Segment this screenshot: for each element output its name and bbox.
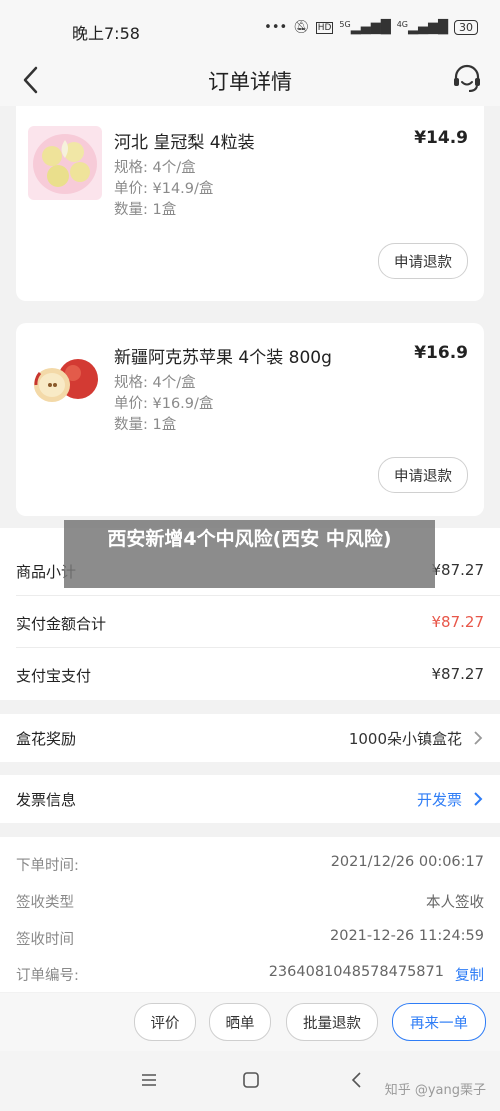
header: 订单详情	[0, 56, 500, 106]
invoice-label: 发票信息	[16, 791, 77, 809]
order-number-label: 订单编号:	[16, 968, 79, 984]
product-card[interactable]: 新疆阿克苏苹果 4个装 800g ¥16.9 规格: 4个/盒 单价: ¥16.…	[16, 323, 484, 516]
action-bar: 评价 晒单 批量退款 再来一单	[0, 993, 500, 1051]
home-icon[interactable]	[242, 1071, 260, 1089]
signal-5g-icon: 5G▂▄▆█	[339, 20, 391, 35]
refund-button[interactable]: 申请退款	[378, 457, 468, 493]
pear-product-image	[28, 126, 102, 200]
order-time-value: 2021/12/26 00:06:17	[330, 854, 484, 870]
page-title: 订单详情	[208, 70, 292, 94]
apple-product-image	[28, 341, 102, 415]
divider	[16, 647, 500, 648]
review-button[interactable]: 评价	[134, 1003, 196, 1041]
product-unit-price: 单价: ¥16.9/盒	[114, 396, 214, 412]
product-name[interactable]: 河北 皇冠梨 4粒装	[114, 128, 255, 153]
receipt-type-value: 本人签收	[426, 895, 484, 911]
product-card[interactable]: 河北 皇冠梨 4粒装 ¥14.9 规格: 4个/盒 单价: ¥14.9/盒 数量…	[16, 106, 484, 301]
reward-value: 1000朵小镇盒花	[348, 730, 462, 748]
product-unit-price: 单价: ¥14.9/盒	[114, 181, 214, 197]
product-quantity: 数量: 1盒	[114, 417, 177, 433]
alipay-value: ¥87.27	[431, 665, 485, 683]
reward-label: 盒花奖励	[16, 730, 77, 748]
receipt-type-label: 签收类型	[16, 895, 74, 911]
product-spec: 规格: 4个/盒	[114, 375, 196, 391]
product-name[interactable]: 新疆阿克苏苹果 4个装 800g	[114, 343, 332, 368]
order-number-value: 2364081048578475871	[268, 964, 444, 980]
more-dots-icon: •••	[264, 20, 288, 35]
product-price: ¥14.9	[414, 128, 468, 148]
chevron-right-icon	[474, 792, 483, 806]
paid-total-value: ¥87.27	[431, 613, 485, 631]
watermark: 知乎 @yang栗子	[384, 1083, 486, 1098]
invoice-row[interactable]: 发票信息 开发票	[0, 775, 500, 823]
battery-icon: 30	[454, 20, 478, 35]
status-icons: ••• 🔕︎ HD 5G▂▄▆█ 4G▂▄▆█ 30	[264, 20, 478, 35]
refund-button[interactable]: 申请退款	[378, 243, 468, 279]
reward-row[interactable]: 盒花奖励 1000朵小镇盒花	[0, 714, 500, 762]
alipay-label: 支付宝支付	[16, 667, 92, 685]
customer-service-icon[interactable]	[450, 62, 484, 96]
batch-refund-button[interactable]: 批量退款	[286, 1003, 378, 1041]
news-overlay-banner: 西安新增4个中风险(西安 中风险)	[64, 520, 435, 588]
product-price: ¥16.9	[414, 343, 468, 363]
reorder-button[interactable]: 再来一单	[392, 1003, 486, 1041]
menu-icon[interactable]	[140, 1071, 158, 1089]
divider	[16, 595, 500, 596]
receipt-time-value: 2021-12-26 11:24:59	[330, 928, 484, 944]
share-button[interactable]: 晒单	[209, 1003, 271, 1041]
subtotal-value: ¥87.27	[431, 561, 485, 579]
mute-icon: 🔕︎	[293, 20, 310, 35]
status-time: 晚上7:58	[72, 24, 140, 43]
paid-total-label: 实付金额合计	[16, 615, 107, 633]
product-quantity: 数量: 1盒	[114, 202, 177, 218]
order-info: 下单时间: 2021/12/26 00:06:17 签收类型 本人签收 签收时间…	[0, 837, 500, 992]
signal-4g-icon: 4G▂▄▆█	[396, 20, 448, 35]
chevron-right-icon	[474, 731, 483, 745]
nav-back-icon[interactable]	[348, 1071, 366, 1089]
product-spec: 规格: 4个/盒	[114, 160, 196, 176]
receipt-time-label: 签收时间	[16, 932, 74, 948]
copy-order-number-button[interactable]: 复制	[455, 964, 484, 985]
order-time-label: 下单时间:	[16, 858, 79, 874]
issue-invoice-link[interactable]: 开发票	[417, 789, 462, 810]
status-bar: 晚上7:58 ••• 🔕︎ HD 5G▂▄▆█ 4G▂▄▆█ 30	[0, 0, 500, 56]
hd-badge: HD	[315, 21, 334, 34]
